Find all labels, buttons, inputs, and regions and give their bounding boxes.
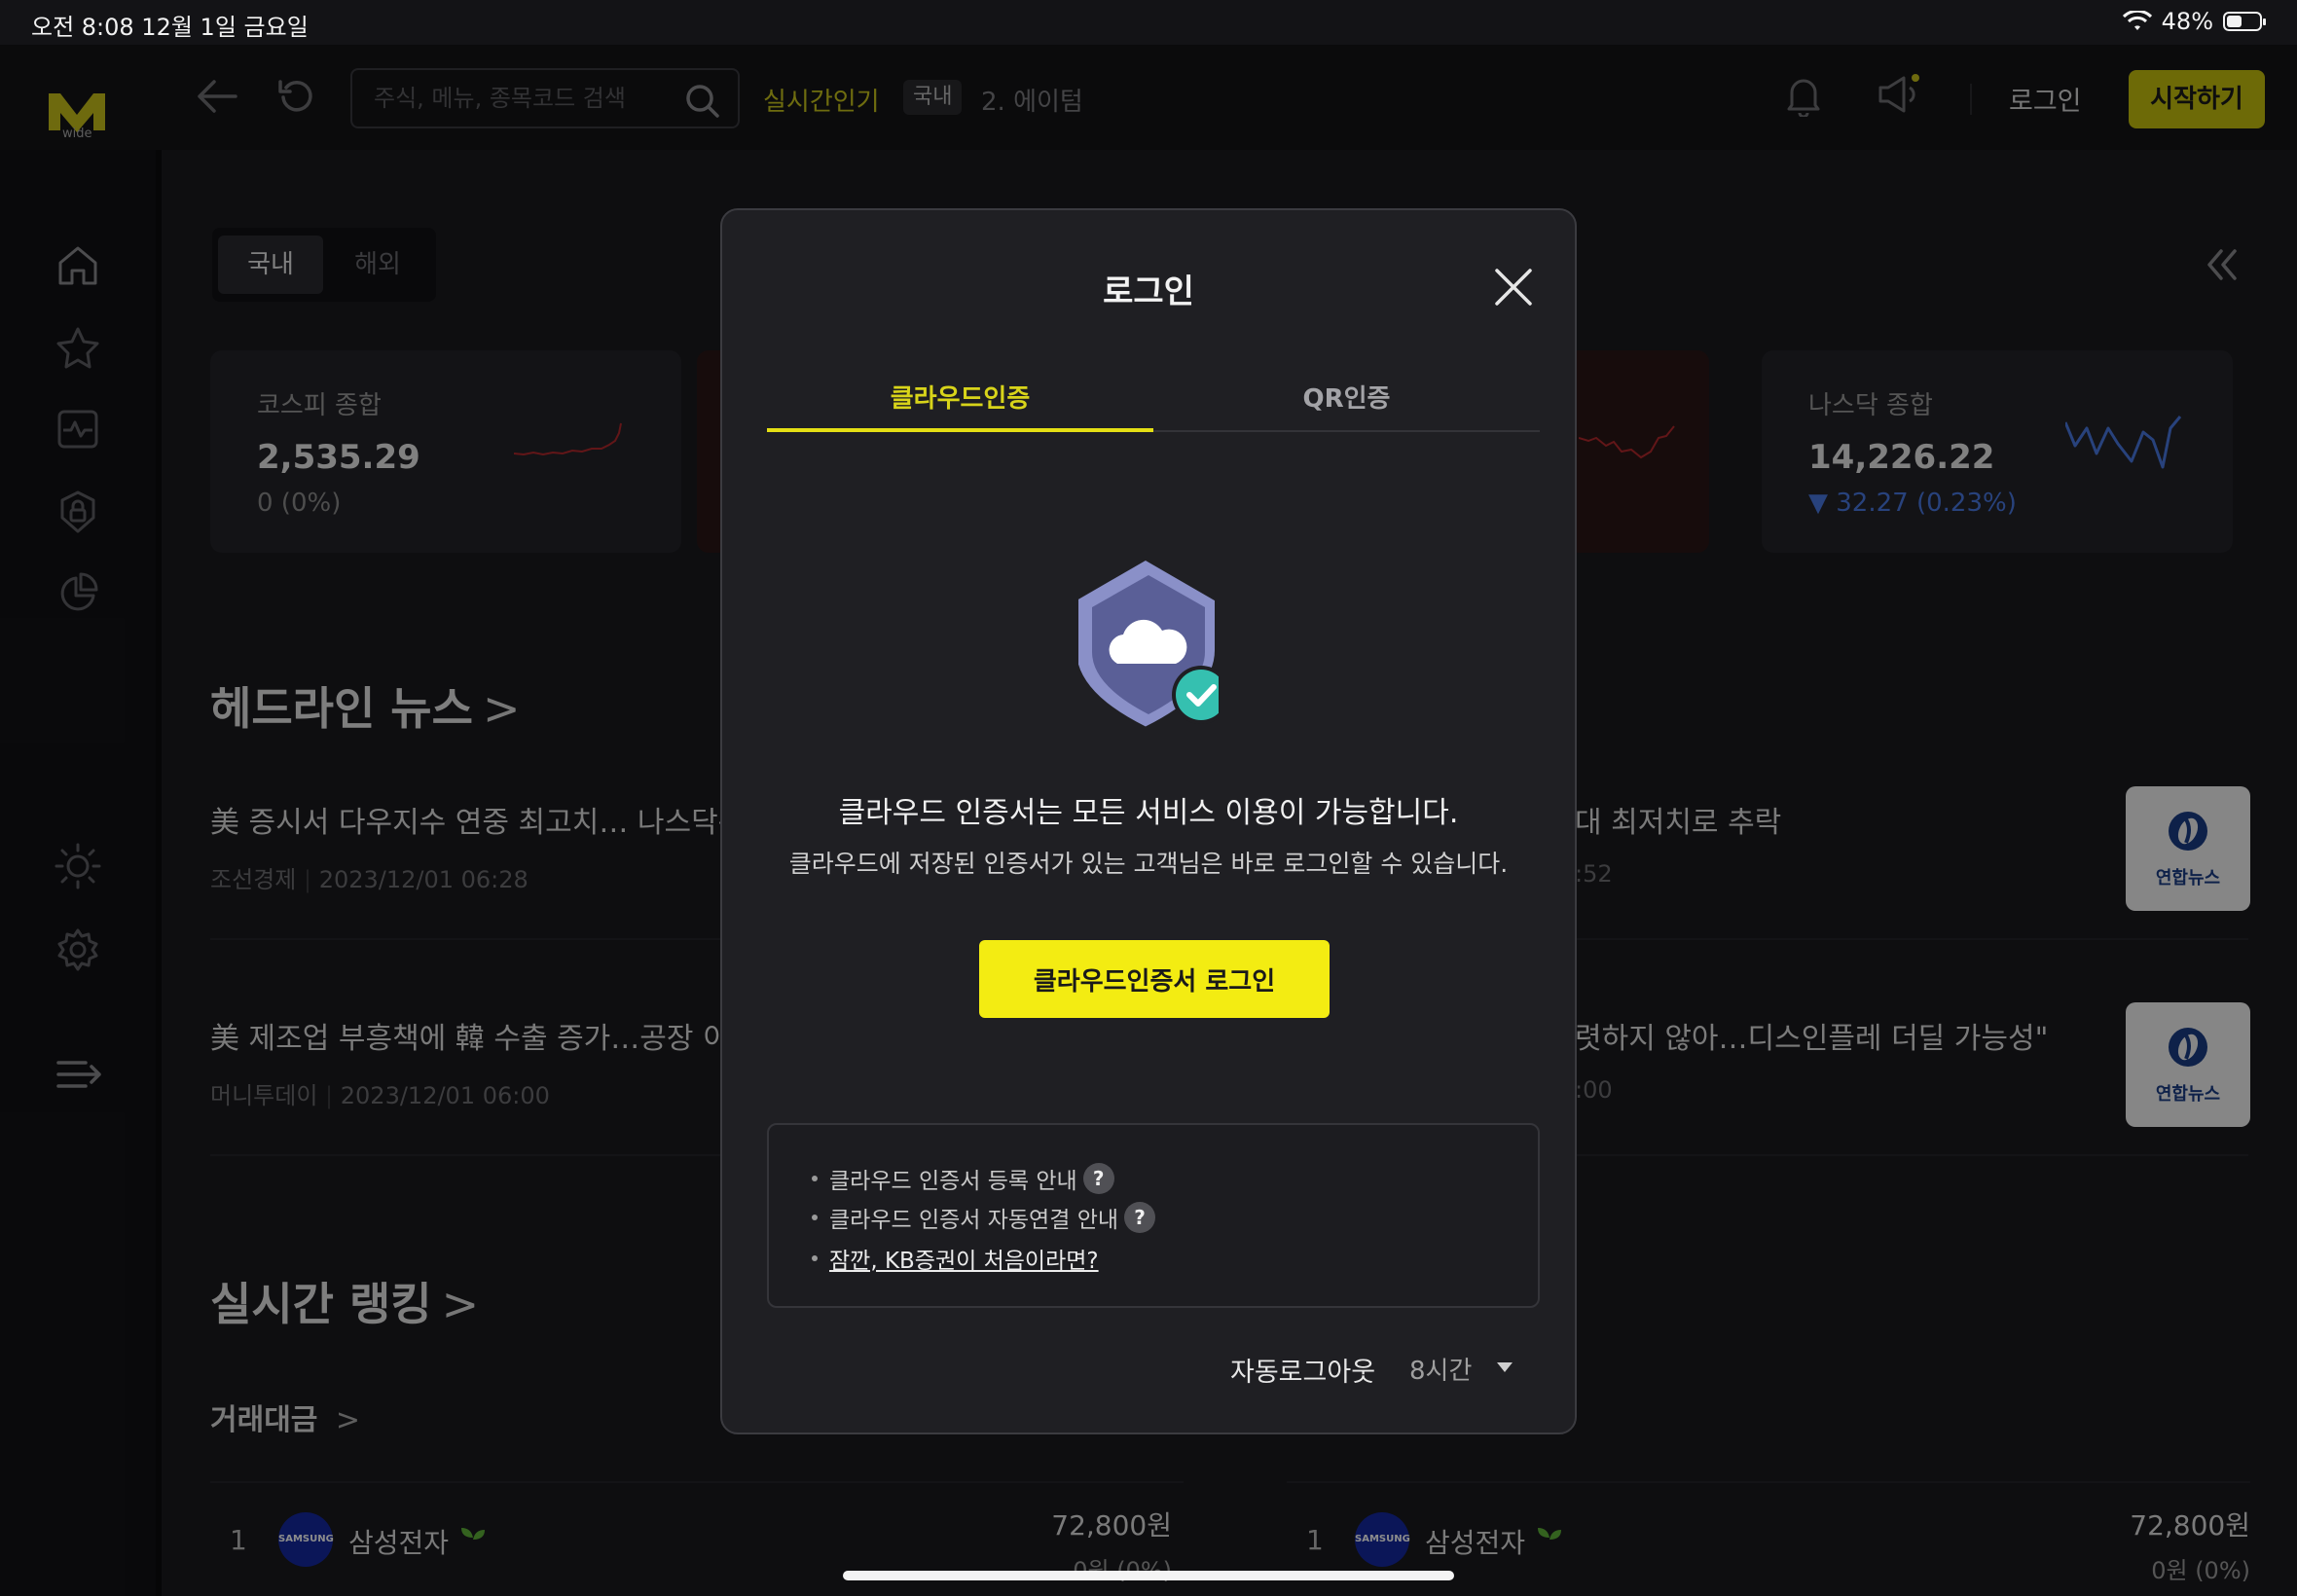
cloud-cert-headline: 클라우드 인증서는 모든 서비스 이용이 가능합니다.: [838, 796, 1459, 830]
guide-box: 클라우드 인증서 등록 안내 ? 클라우드 인증서 자동연결 안내 ? 잠깐, …: [767, 1123, 1540, 1308]
guide-item-autolink[interactable]: 클라우드 인증서 자동연결 안내 ?: [812, 1201, 1156, 1234]
bullet-icon: [812, 1255, 818, 1261]
guide-item-register[interactable]: 클라우드 인증서 등록 안내 ?: [812, 1162, 1114, 1195]
first-time-link[interactable]: 잠깐, KB증권이 처음이라면?: [829, 1242, 1099, 1275]
battery-percent: 48%: [2161, 8, 2213, 35]
auto-logout-select[interactable]: 8시간: [1409, 1351, 1472, 1387]
tab-qr-cert[interactable]: QR인증: [1153, 378, 1540, 432]
cloud-shield-check-icon: [1078, 560, 1219, 727]
cloud-cert-description: 클라우드에 저장된 인증서가 있는 고객님은 바로 로그인할 수 있습니다.: [788, 850, 1509, 878]
tab-cloud-cert[interactable]: 클라우드인증: [767, 378, 1153, 432]
wifi-icon: [2122, 11, 2152, 30]
close-icon[interactable]: [1491, 265, 1536, 309]
login-modal: 로그인 클라우드인증 QR인증 클라우드 인증서는 모든 서비스 이용이 가능합…: [720, 208, 1577, 1434]
status-time: 오전 8:08 12월 1일 금요일: [31, 14, 309, 41]
status-indicators: 48%: [2122, 8, 2266, 35]
guide-label: 클라우드 인증서 등록 안내: [829, 1169, 1077, 1194]
battery-level: [2227, 16, 2242, 27]
bullet-icon: [812, 1176, 818, 1181]
guide-label: 클라우드 인증서 자동연결 안내: [829, 1208, 1119, 1233]
caret-down-icon[interactable]: [1497, 1362, 1513, 1372]
login-tabs: 클라우드인증 QR인증: [767, 378, 1540, 432]
help-icon[interactable]: ?: [1082, 1163, 1114, 1194]
modal-title: 로그인: [1103, 272, 1194, 311]
guide-item-first-time[interactable]: 잠깐, KB증권이 처음이라면?: [812, 1242, 1099, 1275]
active-tab-indicator: [767, 428, 1153, 432]
home-indicator[interactable]: [843, 1571, 1454, 1580]
bullet-icon: [812, 1215, 818, 1220]
auto-logout-label: 자동로그아웃: [1230, 1358, 1376, 1388]
battery-icon: [2223, 12, 2266, 31]
app-screen: 오전 8:08 12월 1일 금요일 48% wide 주식, 메뉴, 종목코드…: [0, 0, 2297, 1596]
status-bar: 오전 8:08 12월 1일 금요일 48%: [0, 0, 2297, 45]
cloud-cert-login-button[interactable]: 클라우드인증서 로그인: [979, 940, 1330, 1018]
help-icon[interactable]: ?: [1124, 1202, 1156, 1233]
